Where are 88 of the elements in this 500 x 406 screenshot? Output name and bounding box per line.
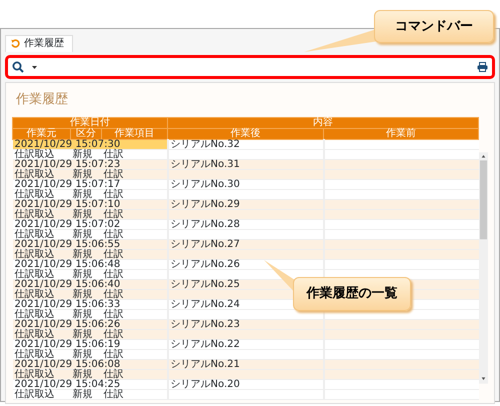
table-cell: 仕訳 bbox=[104, 189, 124, 200]
row-highlight[interactable]: 2021/10/29 15:06:55 bbox=[12, 240, 168, 250]
row-highlight[interactable]: 2021/10/29 15:06:19 bbox=[12, 340, 168, 350]
table-cell: 新規 bbox=[72, 389, 92, 400]
panel-title: 作業履歴 bbox=[15, 91, 69, 109]
table-cell: シリアルNo.31 bbox=[170, 159, 240, 170]
table-cell: 2021/10/29 15:07:23 bbox=[14, 159, 120, 170]
table-cell: 2021/10/29 15:06:08 bbox=[14, 359, 120, 370]
table-cell: 新規 bbox=[72, 289, 92, 300]
table-cell: 新規 bbox=[72, 269, 92, 280]
table-cell: 2021/10/29 15:07:17 bbox=[14, 179, 120, 190]
table-cell: 2021/10/29 15:06:19 bbox=[14, 339, 120, 350]
row-highlight[interactable]: 2021/10/29 15:07:23 bbox=[12, 160, 168, 170]
table-cell: 仕訳取込 bbox=[14, 269, 54, 280]
row-highlight[interactable]: 2021/10/29 15:06:26 bbox=[12, 320, 168, 330]
table-cell: 新規 bbox=[72, 229, 92, 240]
search-icon[interactable] bbox=[12, 61, 24, 73]
table-cell: 仕訳 bbox=[104, 309, 124, 320]
row-highlight[interactable]: 2021/10/29 15:07:30 bbox=[12, 140, 168, 150]
table-cell: 2021/10/29 15:06:40 bbox=[14, 279, 120, 290]
table-cell: 仕訳取込 bbox=[14, 349, 54, 360]
table-cell: 仕訳 bbox=[104, 389, 124, 400]
column-group-header: 作業日付 bbox=[12, 118, 168, 128]
row-highlight[interactable]: 2021/10/29 15:06:33 bbox=[12, 300, 168, 310]
table-cell: 2021/10/29 15:06:55 bbox=[14, 239, 120, 250]
table-cell: 仕訳 bbox=[104, 169, 124, 180]
table-cell: シリアルNo.28 bbox=[170, 219, 240, 230]
table-cell: 仕訳取込 bbox=[14, 309, 54, 320]
row-highlight[interactable]: 2021/10/29 15:07:10 bbox=[12, 200, 168, 210]
table-cell: 新規 bbox=[72, 349, 92, 360]
table-cell: 仕訳取込 bbox=[14, 209, 54, 220]
table-cell: シリアルNo.25 bbox=[170, 279, 240, 290]
table-cell: 仕訳 bbox=[104, 269, 124, 280]
table-cell: 仕訳 bbox=[104, 289, 124, 300]
table-cell: 仕訳取込 bbox=[14, 169, 54, 180]
table-cell: シリアルNo.21 bbox=[170, 359, 240, 370]
row-highlight[interactable]: 2021/10/29 15:06:08 bbox=[12, 360, 168, 370]
table-cell: 2021/10/29 15:06:26 bbox=[14, 319, 120, 330]
table-cell: シリアルNo.24 bbox=[170, 299, 240, 310]
table-cell: 仕訳 bbox=[104, 249, 124, 260]
table-cell: 仕訳取込 bbox=[14, 149, 54, 160]
row-highlight[interactable]: 2021/10/29 15:06:48 bbox=[12, 260, 168, 270]
table-cell: 仕訳取込 bbox=[14, 369, 54, 380]
table-cell: 2021/10/29 15:04:25 bbox=[14, 379, 120, 390]
tab[interactable]: 作業履歴 bbox=[5, 34, 73, 52]
table-cell: 新規 bbox=[72, 169, 92, 180]
table-cell: 2021/10/29 15:07:02 bbox=[14, 219, 120, 230]
callout-label: 作業履歴の一覧 bbox=[293, 277, 411, 311]
table-cell: 新規 bbox=[72, 329, 92, 340]
table-cell: 新規 bbox=[72, 189, 92, 200]
row-highlight[interactable]: 2021/10/29 15:04:25 bbox=[12, 380, 168, 390]
table-cell: 新規 bbox=[72, 369, 92, 380]
history-icon bbox=[11, 39, 20, 48]
column-group-header: 内容 bbox=[168, 118, 479, 128]
table-cell: 仕訳 bbox=[104, 369, 124, 380]
table-cell: 新規 bbox=[72, 249, 92, 260]
table-cell: 2021/10/29 15:06:48 bbox=[14, 259, 120, 270]
table-cell: 仕訳 bbox=[104, 149, 124, 160]
table-cell: シリアルNo.29 bbox=[170, 199, 240, 210]
table-cell: 仕訳取込 bbox=[14, 189, 54, 200]
row-highlight[interactable]: 2021/10/29 15:07:02 bbox=[12, 220, 168, 230]
table-cell: 2021/10/29 15:07:10 bbox=[14, 199, 120, 210]
table-cell: 仕訳取込 bbox=[14, 289, 54, 300]
table-cell: 新規 bbox=[72, 149, 92, 160]
table-cell: シリアルNo.20 bbox=[170, 379, 240, 390]
table-cell: シリアルNo.30 bbox=[170, 179, 240, 190]
table-cell: シリアルNo.22 bbox=[170, 339, 240, 350]
callout-label: コマンドバー bbox=[374, 10, 494, 43]
table-cell: 2021/10/29 15:07:30 bbox=[14, 139, 120, 150]
table-cell: 仕訳 bbox=[104, 349, 124, 360]
row-highlight[interactable]: 2021/10/29 15:06:40 bbox=[12, 280, 168, 290]
printer-icon[interactable] bbox=[477, 62, 488, 72]
table-cell: シリアルNo.26 bbox=[170, 259, 240, 270]
table-cell: 新規 bbox=[72, 309, 92, 320]
table-cell: 仕訳取込 bbox=[14, 389, 54, 400]
table-cell: シリアルNo.23 bbox=[170, 319, 240, 330]
table-cell: シリアルNo.27 bbox=[170, 239, 240, 250]
row-highlight[interactable]: 2021/10/29 15:07:17 bbox=[12, 180, 168, 190]
table-cell: 仕訳 bbox=[104, 229, 124, 240]
table-cell: 仕訳 bbox=[104, 209, 124, 220]
table-cell: 仕訳取込 bbox=[14, 329, 54, 340]
table-cell: 仕訳取込 bbox=[14, 249, 54, 260]
caret-icon[interactable] bbox=[32, 66, 37, 68]
table-cell: 2021/10/29 15:06:33 bbox=[14, 299, 120, 310]
table-cell: 新規 bbox=[72, 209, 92, 220]
table-cell: シリアルNo.32 bbox=[170, 139, 240, 150]
table-cell: 仕訳 bbox=[104, 329, 124, 340]
table-cell: 仕訳取込 bbox=[14, 229, 54, 240]
